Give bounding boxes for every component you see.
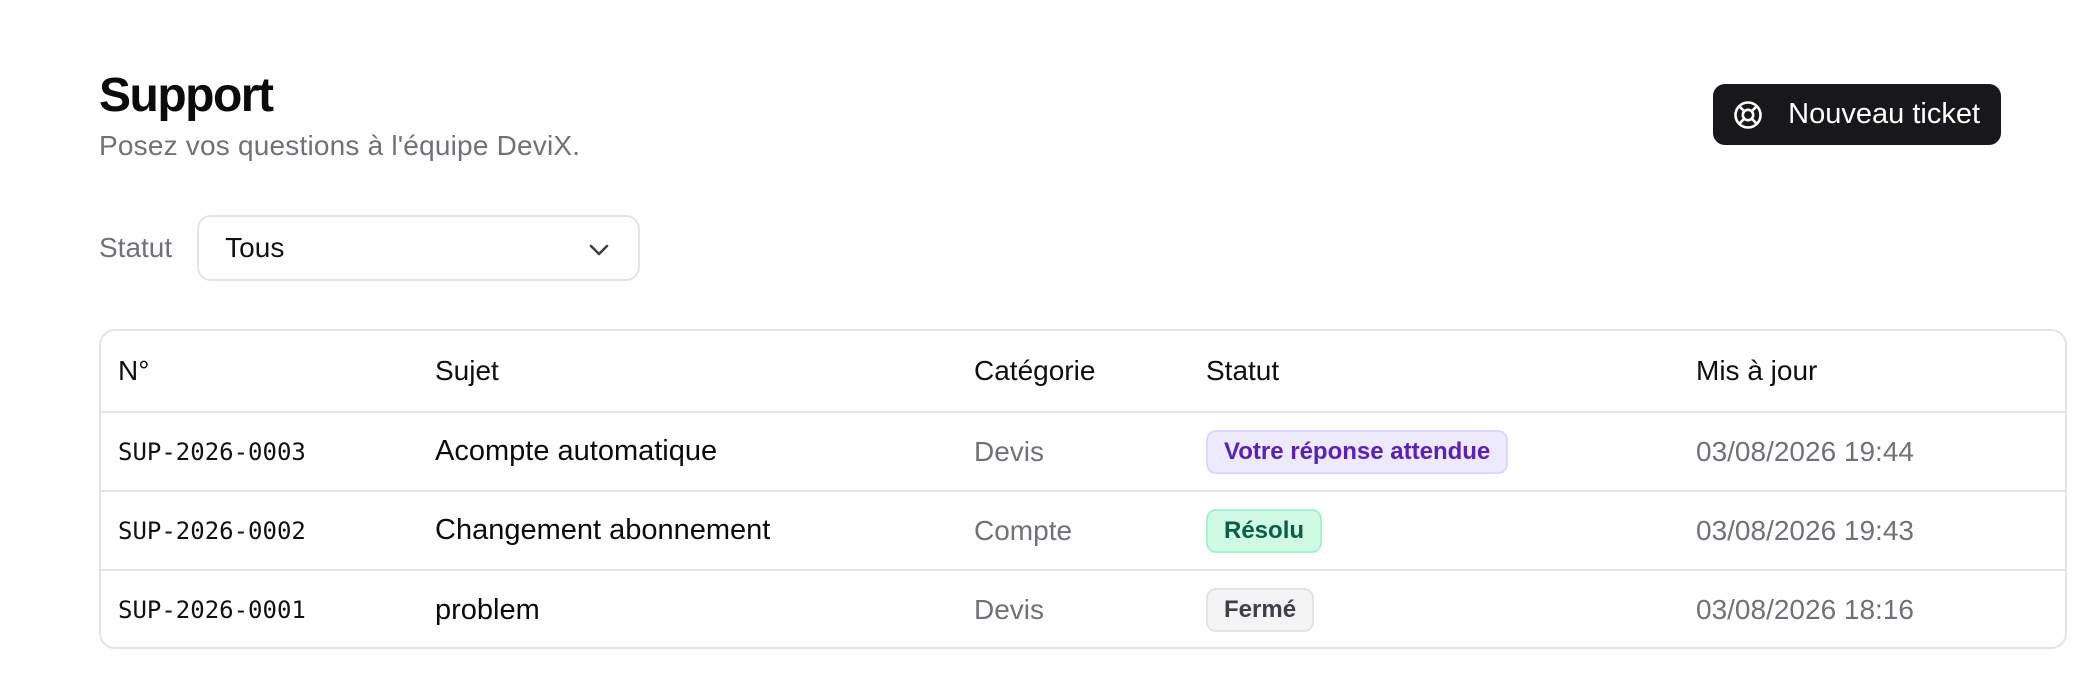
tickets-table-card: N° Sujet Catégorie Statut Mis à jour SUP…: [99, 329, 2067, 649]
table-row[interactable]: SUP-2026-0003 Acompte automatique Devis …: [101, 412, 2065, 492]
status-badge: Résolu: [1206, 508, 1323, 553]
ticket-id: SUP-2026-0003: [101, 412, 418, 492]
ticket-updated: 03/08/2026 19:43: [1679, 491, 2065, 571]
status-badge: Fermé: [1206, 588, 1315, 632]
new-ticket-button[interactable]: Nouveau ticket: [1713, 84, 2001, 145]
ticket-subject[interactable]: Acompte automatique: [418, 412, 957, 492]
lifebuoy-icon: [1733, 100, 1763, 130]
ticket-subject[interactable]: problem: [418, 570, 957, 647]
ticket-status-cell: Résolu: [1189, 491, 1679, 571]
status-filter: Statut Tous: [99, 215, 641, 281]
column-header-number: N°: [101, 331, 418, 413]
status-select[interactable]: Tous: [197, 215, 641, 281]
column-header-subject: Sujet: [418, 331, 957, 413]
support-page: Support Posez vos questions à l'équipe D…: [0, 0, 2100, 680]
ticket-subject[interactable]: Changement abonnement: [418, 491, 957, 571]
column-header-status: Statut: [1189, 331, 1679, 413]
column-header-updated: Mis à jour: [1679, 331, 2065, 413]
page-subtitle: Posez vos questions à l'équipe DeviX.: [99, 130, 581, 161]
table-header-row: N° Sujet Catégorie Statut Mis à jour: [101, 331, 2065, 413]
new-ticket-label: Nouveau ticket: [1788, 98, 1980, 130]
ticket-id: SUP-2026-0001: [118, 596, 306, 624]
ticket-category: Compte: [957, 491, 1189, 571]
ticket-updated: 03/08/2026 19:44: [1679, 412, 2065, 492]
table-row[interactable]: SUP-2026-0001 problem Devis Fermé 03/08/…: [101, 570, 2065, 647]
table-row[interactable]: SUP-2026-0002 Changement abonnement Comp…: [101, 491, 2065, 571]
ticket-id: SUP-2026-0002: [101, 491, 418, 571]
page-header: Support Posez vos questions à l'équipe D…: [99, 66, 2001, 176]
ticket-updated: 03/08/2026 18:16: [1696, 594, 1914, 625]
ticket-category: Devis: [957, 412, 1189, 492]
ticket-category: Devis: [974, 594, 1045, 625]
status-badge: Votre réponse attendue: [1206, 429, 1509, 474]
status-select-value: Tous: [225, 232, 285, 263]
ticket-status-cell: Fermé: [1189, 570, 1679, 647]
status-filter-label: Statut: [99, 232, 173, 263]
page-title: Support: [99, 69, 274, 122]
chevron-down-icon: [588, 232, 610, 264]
column-header-category: Catégorie: [957, 331, 1189, 413]
ticket-status-cell: Votre réponse attendue: [1189, 412, 1679, 492]
tickets-table: N° Sujet Catégorie Statut Mis à jour SUP…: [101, 331, 2065, 647]
